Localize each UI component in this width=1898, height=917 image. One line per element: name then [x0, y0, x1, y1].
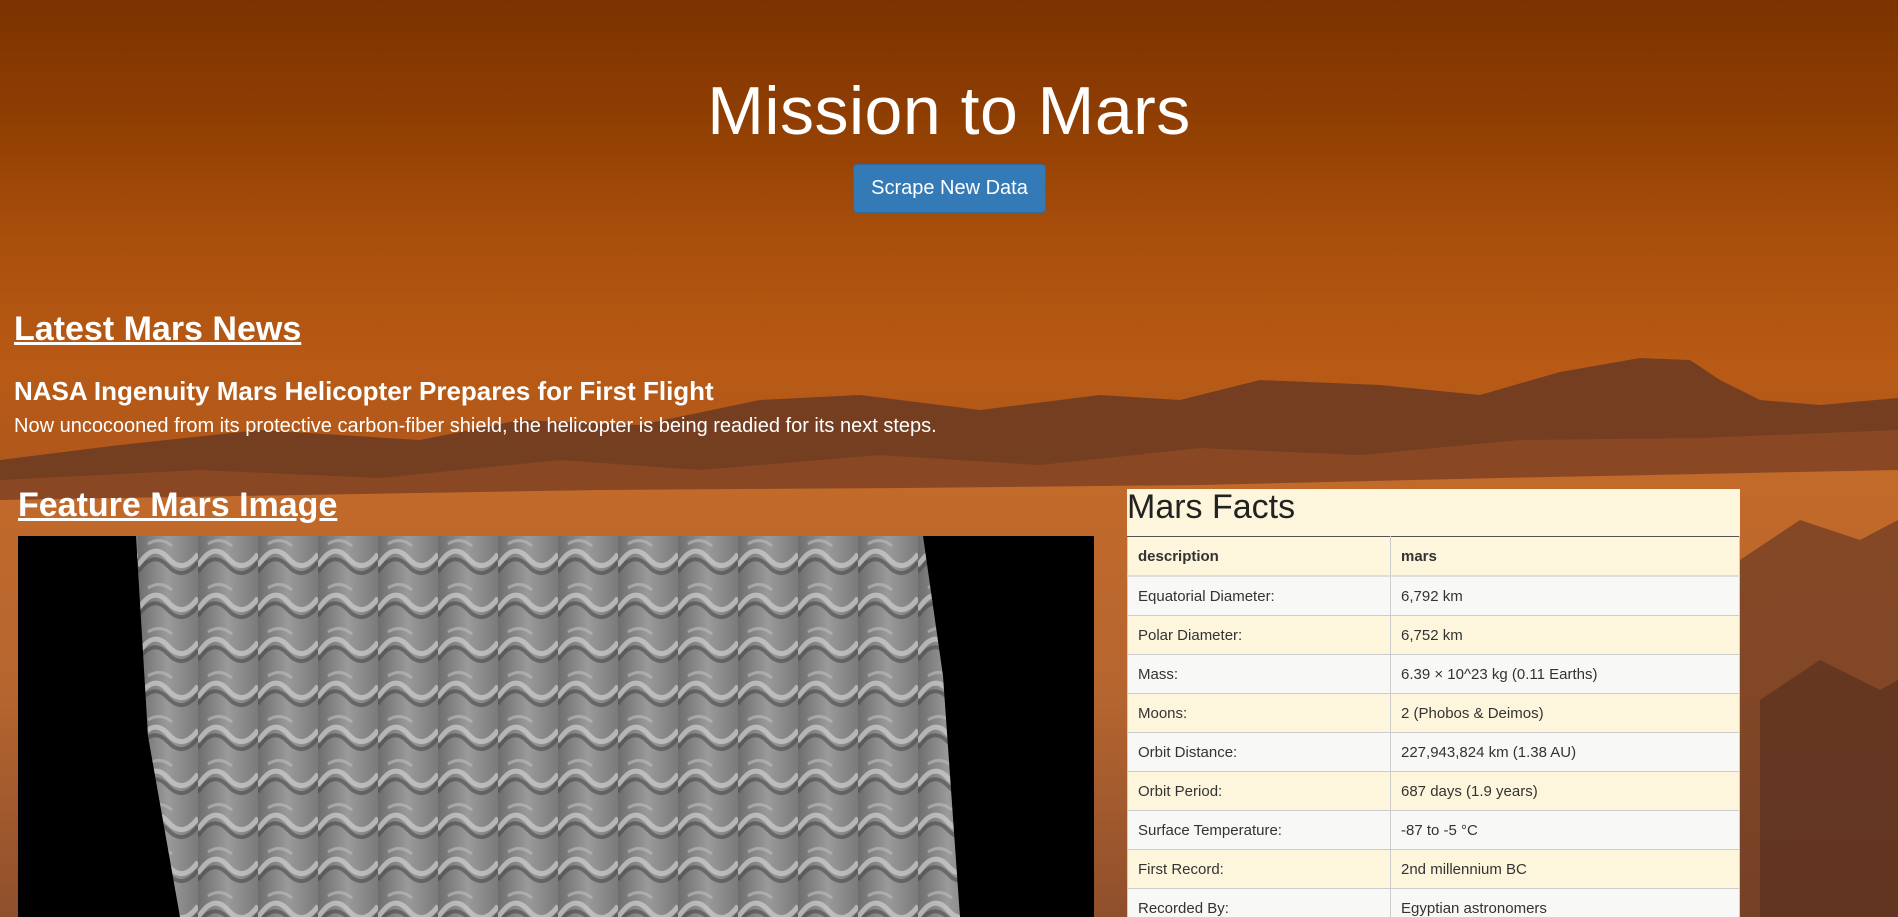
- table-row: Equatorial Diameter: 6,792 km: [1127, 575, 1740, 616]
- fact-value: 6.39 × 10^23 kg (0.11 Earths): [1390, 654, 1740, 694]
- fact-value: 2nd millennium BC: [1390, 849, 1740, 889]
- page-title: Mission to Mars: [707, 73, 1191, 149]
- table-row: Orbit Period: 687 days (1.9 years): [1127, 771, 1740, 811]
- table-header-row: description mars: [1127, 536, 1740, 577]
- fact-description: Equatorial Diameter:: [1127, 575, 1391, 616]
- mars-dunes-image: [136, 536, 960, 917]
- fact-description: First Record:: [1127, 849, 1391, 889]
- fact-value: Egyptian astronomers: [1390, 888, 1740, 917]
- table-row: Polar Diameter: 6,752 km: [1127, 615, 1740, 655]
- fact-description: Polar Diameter:: [1127, 615, 1391, 655]
- fact-value: 227,943,824 km (1.38 AU): [1390, 732, 1740, 772]
- table-row: Moons: 2 (Phobos & Deimos): [1127, 693, 1740, 733]
- news-teaser: Now uncocooned from its protective carbo…: [14, 415, 937, 437]
- table-row: Surface Temperature: -87 to -5 °C: [1127, 810, 1740, 850]
- fact-description: Moons:: [1127, 693, 1391, 733]
- feature-image-section: Feature Mars Image: [18, 486, 337, 525]
- latest-news-section: Latest Mars News NASA Ingenuity Mars Hel…: [14, 310, 937, 438]
- fact-description: Recorded By:: [1127, 888, 1391, 917]
- mars-facts-table: description mars Equatorial Diameter: 6,…: [1127, 536, 1740, 917]
- fact-description: Orbit Distance:: [1127, 732, 1391, 772]
- column-header: description: [1127, 536, 1391, 577]
- fact-value: -87 to -5 °C: [1390, 810, 1740, 850]
- news-title: NASA Ingenuity Mars Helicopter Prepares …: [14, 376, 714, 406]
- fact-description: Surface Temperature:: [1127, 810, 1391, 850]
- mars-facts-heading: Mars Facts: [1127, 489, 1296, 526]
- table-row: First Record: 2nd millennium BC: [1127, 849, 1740, 889]
- table-row: Recorded By: Egyptian astronomers: [1127, 888, 1740, 917]
- table-row: Orbit Distance: 227,943,824 km (1.38 AU): [1127, 732, 1740, 772]
- fact-value: 2 (Phobos & Deimos): [1390, 693, 1740, 733]
- mars-facts-panel: Mars Facts description mars Equatorial D…: [1127, 489, 1740, 917]
- table-row: Mass: 6.39 × 10^23 kg (0.11 Earths): [1127, 654, 1740, 694]
- fact-description: Mass:: [1127, 654, 1391, 694]
- featured-mars-image: [18, 536, 1094, 917]
- column-header: mars: [1390, 536, 1740, 577]
- fact-value: 6,752 km: [1390, 615, 1740, 655]
- fact-value: 6,792 km: [1390, 575, 1740, 616]
- fact-description: Orbit Period:: [1127, 771, 1391, 811]
- scrape-new-data-button[interactable]: Scrape New Data: [853, 164, 1046, 213]
- feature-image-heading: Feature Mars Image: [18, 486, 338, 524]
- fact-value: 687 days (1.9 years): [1390, 771, 1740, 811]
- latest-news-heading: Latest Mars News: [14, 310, 302, 348]
